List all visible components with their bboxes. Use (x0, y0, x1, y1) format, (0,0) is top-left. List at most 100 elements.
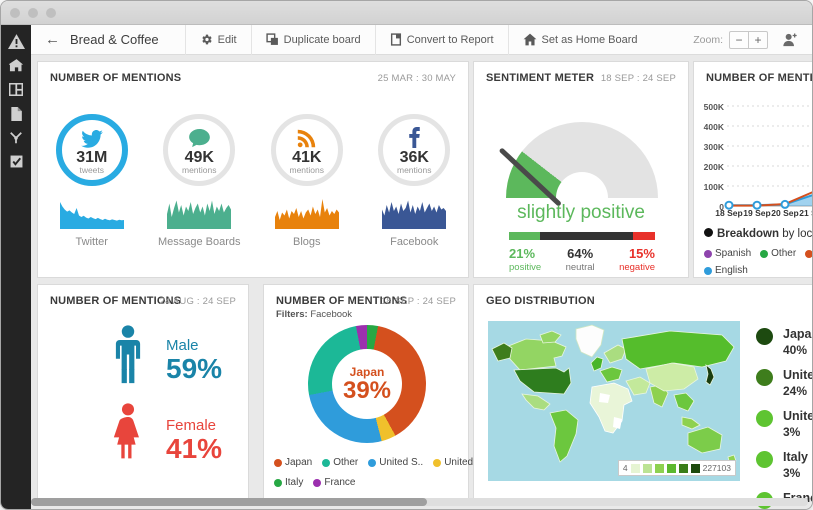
facebook-ring: 36K mentions (378, 114, 450, 186)
duplicate-label: Duplicate board (284, 34, 361, 46)
stat-neutral: 64% neutral (566, 246, 595, 273)
message-boards-label: Message Boards (158, 236, 241, 248)
world-map[interactable]: 4 227103 (488, 321, 740, 481)
panel-title: GEO DISTRIBUTION (486, 295, 595, 307)
legend-japan[interactable]: Japan (274, 457, 312, 468)
zoom-label: Zoom: (693, 34, 723, 46)
legend-label: Other (333, 457, 358, 468)
blogs-ring: 41K mentions (271, 114, 343, 186)
window-maximize-dot[interactable] (46, 8, 56, 18)
legend-spanish[interactable]: Spanish (704, 248, 751, 259)
duplicate-board-button[interactable]: Duplicate board (251, 25, 375, 55)
positive-label: positive (509, 262, 541, 273)
blogs-sparkline (275, 199, 339, 229)
zoom-out-button[interactable]: − (729, 31, 749, 49)
breakdown-dot-icon (704, 228, 713, 237)
stat-positive: 21% positive (509, 246, 541, 273)
reports-icon[interactable] (8, 105, 25, 122)
bar-neutral (540, 232, 633, 240)
blogs-value: 41K (292, 149, 321, 166)
sentiment-stacked-bar (509, 232, 655, 240)
satellite-icon[interactable] (8, 129, 25, 146)
set-home-label: Set as Home Board (542, 34, 638, 46)
panel-geo-distribution: GEO DISTRIBUTION (473, 284, 812, 499)
world-map-svg (488, 321, 740, 481)
donut-chart: Japan 39% (308, 325, 426, 443)
horizontal-scrollbar[interactable] (31, 498, 808, 506)
message-boards-value: 49K (185, 149, 214, 166)
legend-other[interactable]: Other (760, 248, 796, 259)
geo-legend-united-states[interactable]: United States 24% (756, 368, 812, 398)
geo-legend-united-kingdom[interactable]: United Kingdom3% (756, 409, 812, 439)
window-close-dot[interactable] (10, 8, 20, 18)
board-toolbar: ← Bread & Coffee Edit Duplicate board Co… (31, 25, 812, 55)
other-dot-icon (760, 250, 768, 258)
donut-center: Japan 39% (332, 349, 402, 419)
facebook-value: 36K (400, 149, 429, 166)
panel-date-range: 25 MAR : 30 MAY (378, 73, 456, 84)
board-title: Bread & Coffee (70, 32, 185, 47)
panel-date-range: 24 AUG : 24 SEP (160, 296, 236, 307)
japan-dot-icon (274, 459, 282, 467)
set-home-board-button[interactable]: Set as Home Board (508, 25, 652, 55)
location-legend-row-1: Spanish Other Japanese (704, 248, 812, 259)
geo-legend-italy[interactable]: Italy3% (756, 450, 812, 480)
zoom-in-button[interactable]: + (748, 31, 768, 49)
source-twitter: 31M tweets Twitter (40, 114, 144, 248)
male-pct: 59% (166, 354, 222, 384)
home-icon[interactable] (8, 57, 25, 74)
female-icon (108, 403, 148, 478)
geo-pct: 24% (783, 384, 812, 398)
geo-label: Italy (783, 450, 808, 464)
source-metrics-row: 31M tweets Twitter 49K mentions (38, 114, 468, 248)
scale-swatch (679, 464, 688, 473)
geo-pct: 3% (783, 425, 812, 439)
legend-label: United S.. (379, 457, 423, 468)
source-facebook: 36K mentions Facebook (362, 114, 466, 248)
scale-min: 4 (623, 463, 628, 473)
source-message-boards: 49K mentions Message Boards (147, 114, 251, 248)
sentiment-verdict: slightly positive (474, 202, 688, 224)
male-text: Male 59% (166, 337, 222, 384)
twitter-value: 31M (76, 149, 107, 166)
twitter-label: Twitter (76, 236, 108, 248)
japan-geo-dot-icon (756, 328, 773, 345)
message-boards-sparkline (167, 199, 231, 229)
japanese-dot-icon (805, 250, 812, 258)
legend-france[interactable]: France (313, 477, 355, 488)
legend-italy[interactable]: Italy (274, 477, 303, 488)
alert-logo-icon[interactable] (8, 33, 25, 50)
geo-legend: Japan40% United States 24% United Kingdom… (756, 327, 812, 509)
window-minimize-dot[interactable] (28, 8, 38, 18)
tasks-icon[interactable] (8, 153, 25, 170)
breakdown-rest: by location (779, 228, 812, 240)
location-legend-row-2: English (704, 265, 748, 276)
report-icon (390, 33, 402, 46)
panel-header: NUMBER OF MENTIONS 25 MAR : 30 MAY (38, 62, 468, 92)
neutral-label: neutral (566, 262, 595, 273)
back-arrow-icon[interactable]: ← (31, 31, 70, 48)
legend-other[interactable]: Other (322, 457, 358, 468)
facebook-icon (409, 126, 420, 148)
geo-label: United States (783, 368, 812, 382)
facebook-label: Facebook (390, 236, 438, 248)
neutral-pct: 64% (566, 246, 595, 261)
boards-icon[interactable] (8, 81, 25, 98)
user-menu-icon[interactable] (782, 32, 798, 47)
panel-date-range: 18 SEP : 24 SEP (601, 73, 676, 84)
edit-button[interactable]: Edit (185, 25, 251, 55)
legend-united-states[interactable]: United S.. (368, 457, 423, 468)
legend-english[interactable]: English (704, 265, 748, 276)
line-chart (694, 100, 812, 220)
blogs-unit: mentions (290, 166, 325, 175)
legend-japanese[interactable]: Japanese (805, 248, 812, 259)
legend-label: Other (771, 248, 796, 259)
twitter-sparkline (60, 199, 124, 229)
convert-to-report-button[interactable]: Convert to Report (375, 25, 508, 55)
toolbar-right: Zoom: − + (693, 31, 812, 49)
scrollbar-thumb[interactable] (31, 498, 427, 506)
message-boards-unit: mentions (182, 166, 217, 175)
x-tick: 21 Sep (796, 208, 812, 218)
panel-mentions-donut: NUMBER OF MENTIONS 18 SEP : 24 SEP Filte… (263, 284, 469, 499)
geo-legend-japan[interactable]: Japan40% (756, 327, 812, 357)
